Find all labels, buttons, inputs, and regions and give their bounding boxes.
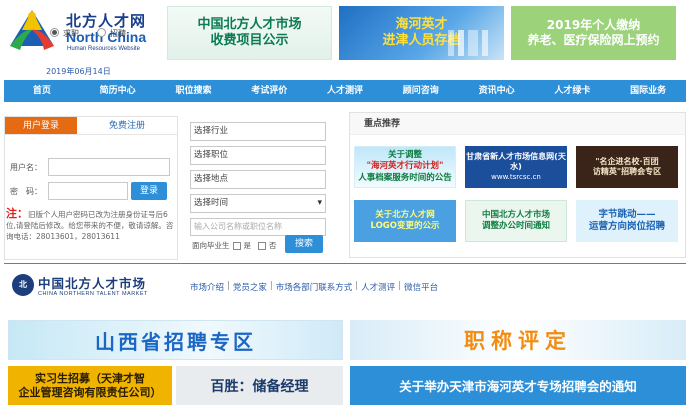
tile-line: 甘肃省新人才市场信息网(天水) <box>466 152 566 172</box>
banner-haihe-archive[interactable]: 海河英才 进津人员存档 <box>339 6 504 60</box>
search-button[interactable]: 搜索 <box>285 235 323 253</box>
nav-green-card[interactable]: 人才绿卡 <box>534 80 610 102</box>
graduate-label: 面向毕业生 <box>192 241 230 250</box>
tab-user-login[interactable]: 用户登录 <box>5 117 77 134</box>
market-links: 市场介绍 | 党员之家 | 市场各部门联系方式 | 人才测评 | 微信平台 <box>190 281 439 293</box>
market-logo-icon: 北 <box>12 274 34 296</box>
nav-consulting[interactable]: 顾问咨询 <box>383 80 459 102</box>
nav-international[interactable]: 国际业务 <box>610 80 686 102</box>
promo-campus-recruit[interactable]: "名企进名校·百团 访精英"招聘会专区 <box>576 146 678 188</box>
promo-logo-change[interactable]: 关于北方人才网 LOGO变更的公示 <box>354 200 456 242</box>
notice-mark: 注： <box>6 207 28 220</box>
banner-fee-notice[interactable]: 中国北方人才市场 收费项目公示 <box>167 6 332 60</box>
promo-office-hours[interactable]: 中国北方人才市场 调整办公时间通知 <box>465 200 567 242</box>
graduate-yes-checkbox[interactable] <box>232 241 241 250</box>
link-party-home[interactable]: 党员之家 <box>233 281 267 293</box>
tile-line: 字节跳动—— <box>598 208 656 220</box>
promo-bytedance[interactable]: 字节跳动—— 运营方向岗位招聘 <box>576 200 678 242</box>
banner-line: 2019年个人缴纳 <box>546 18 641 32</box>
tile-line: 调整办公时间通知 <box>481 221 550 231</box>
graduate-yes-label: 是 <box>243 241 252 250</box>
graduate-no-label: 否 <box>269 241 277 250</box>
nav-exam[interactable]: 考试评价 <box>231 80 307 102</box>
nav-home[interactable]: 首页 <box>4 80 80 102</box>
nav-assessment[interactable]: 人才测评 <box>307 80 383 102</box>
username-input[interactable] <box>48 158 170 176</box>
highlights-title: 重点推荐 <box>350 113 685 135</box>
banner-baisheng[interactable]: 百胜：储备经理 <box>176 366 343 405</box>
industry-select[interactable]: 选择行业 <box>190 122 326 141</box>
promo-haihe-archive[interactable]: 关于调整 "海河英才行动计划" 人事档案服务时间的公告 <box>354 146 456 188</box>
notice-text: 旧版个人用户密码已改为注册身份证号后6位,请登陆后修改。给您带来的不便，敬请谅解… <box>6 210 174 241</box>
tile-line: 人事档案服务时间的公告 <box>358 172 452 183</box>
link-market-intro[interactable]: 市场介绍 <box>190 281 224 293</box>
tile-line: 访精英"招聘会专区 <box>592 167 662 176</box>
banner-line: 中国北方人才市场 <box>197 16 302 32</box>
nav-job-search[interactable]: 职位搜索 <box>156 80 232 102</box>
location-select[interactable]: 选择地点 <box>190 170 326 189</box>
radio-seek-dot[interactable] <box>50 28 59 37</box>
tile-line: 中国北方人才市场 <box>481 209 550 220</box>
tile-line: 关于北方人才网 <box>375 209 435 220</box>
banner-insurance-booking[interactable]: 2019年个人缴纳 养老、医疗保险网上预约 <box>511 6 676 60</box>
tile-line: "海河英才行动计划" <box>366 161 444 172</box>
keyword-input[interactable]: 输入公司名称或职位名称 <box>190 218 326 236</box>
banner-line: 收费项目公示 <box>210 33 289 48</box>
password-input[interactable] <box>48 182 128 200</box>
promo-gansu-market[interactable]: 甘肃省新人才市场信息网(天水) www.tsrcsc.cn <box>465 146 567 188</box>
graduate-no-checkbox[interactable] <box>258 241 266 250</box>
tile-line: "名企进名校·百团 <box>595 156 659 166</box>
radio-hire[interactable]: 招聘 <box>97 28 126 39</box>
banner-line: 海河英才 <box>395 16 448 32</box>
password-label: 密 码： <box>10 187 42 196</box>
radio-seek[interactable]: 求职 <box>50 28 79 39</box>
banner-line: 企业管理咨询有限责任公司） <box>18 385 162 399</box>
username-label: 用户名： <box>10 163 42 172</box>
banner-line: 实习生招募（天津才智 <box>35 371 145 385</box>
position-select[interactable]: 选择职位 <box>190 146 326 165</box>
banner-title-evaluation[interactable]: 职称评定 <box>350 320 686 360</box>
logo-subtitle: Human Resources Website <box>67 46 140 52</box>
tile-line: 运营方向岗位招聘 <box>588 221 665 232</box>
link-assessment[interactable]: 人才测评 <box>361 281 395 293</box>
radio-seek-label: 求职 <box>63 29 79 38</box>
nav-resume-center[interactable]: 简历中心 <box>80 80 156 102</box>
banner-haihe-job-fair[interactable]: 关于举办天津市海河英才专场招聘会的通知 <box>350 366 686 405</box>
tile-line: 关于调整 <box>387 150 422 161</box>
link-contacts[interactable]: 市场各部门联系方式 <box>276 281 353 293</box>
login-notice: 注：旧版个人用户密码已改为注册身份证号后6位,请登陆后修改。给您带来的不便，敬请… <box>6 208 174 242</box>
banner-shanxi-recruit[interactable]: 山西省招聘专区 <box>8 320 343 360</box>
market-name-en: CHINA NORTHERN TALENT MARKET <box>38 291 148 297</box>
section-divider <box>4 263 686 264</box>
radio-hire-dot[interactable] <box>97 28 106 37</box>
banner-intern-recruit[interactable]: 实习生招募（天津才智 企业管理咨询有限责任公司） <box>8 366 172 405</box>
user-type-radios: 求职 招聘 <box>50 28 126 39</box>
main-nav: 首页 简历中心 职位搜索 考试评价 人才测评 顾问咨询 资讯中心 人才绿卡 国际… <box>4 80 686 102</box>
time-select[interactable]: 选择时间 <box>190 194 326 213</box>
radio-hire-label: 招聘 <box>110 29 126 38</box>
current-date: 2019年06月14日 <box>46 67 111 76</box>
tile-line: www.tsrcsc.cn <box>491 172 541 181</box>
login-button[interactable]: 登录 <box>131 182 167 200</box>
market-name: 中国北方人才市场 <box>38 276 147 291</box>
link-wechat[interactable]: 微信平台 <box>404 281 438 293</box>
skyline-image <box>448 30 498 56</box>
nav-news[interactable]: 资讯中心 <box>459 80 535 102</box>
tab-free-register[interactable]: 免费注册 <box>91 117 163 134</box>
tile-line: LOGO变更的公示 <box>370 221 440 231</box>
graduate-filter: 面向毕业生 是 否 <box>192 240 277 251</box>
banner-line: 养老、医疗保险网上预约 <box>527 33 660 47</box>
